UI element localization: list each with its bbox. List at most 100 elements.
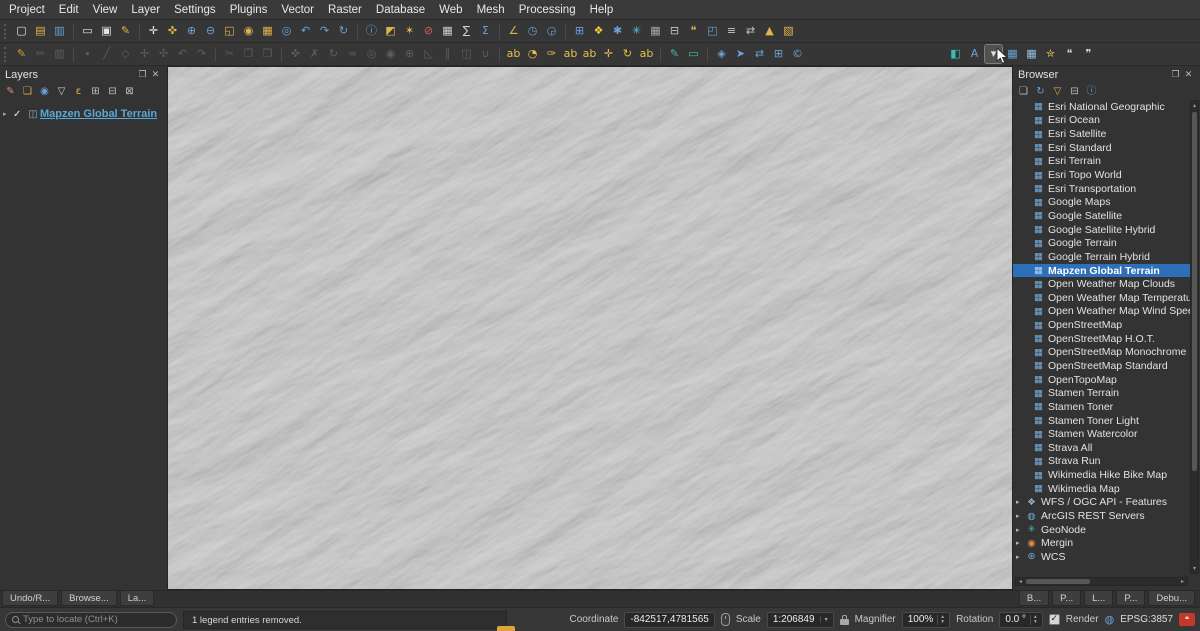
browser-item-owm-clouds[interactable]: ▦ Open Weather Map Clouds	[1013, 277, 1190, 291]
browser-item-esri-terrain[interactable]: ▦ Esri Terrain	[1013, 155, 1190, 169]
layer-diagram-button[interactable]: ◔	[524, 45, 541, 63]
browser-item-stamen-toner[interactable]: ▦ Stamen Toner	[1013, 400, 1190, 414]
digitize-polygon-button[interactable]: ◇	[117, 45, 134, 63]
browser-item-mergin[interactable]: ▸ ◉ Mergin	[1013, 537, 1190, 551]
magnifier-spinbox[interactable]: 100% ▴ ▾	[902, 612, 950, 628]
filter-browser-button[interactable]: ▽	[1050, 85, 1065, 99]
paste-features-button[interactable]: ❒	[259, 45, 276, 63]
filter-by-expression-button[interactable]: ε	[71, 85, 86, 99]
statistical-summary-button[interactable]: Σ	[477, 22, 494, 40]
checkerboard-light-button[interactable]: ▦	[1023, 45, 1040, 63]
lock-icon[interactable]	[840, 619, 849, 625]
change-label-button[interactable]: ab	[638, 45, 655, 63]
browser-item-wcs[interactable]: ▸ ⊛ WCS	[1013, 550, 1190, 564]
browser-item-google-terrain[interactable]: ▦ Google Terrain	[1013, 236, 1190, 250]
dock-tab-browser[interactable]: B...	[1019, 591, 1049, 606]
spin-down-icon[interactable]: ▾	[941, 620, 944, 625]
menu-web[interactable]: Web	[432, 2, 469, 18]
browser-item-google-satellite[interactable]: ▦ Google Satellite	[1013, 209, 1190, 223]
browser-item-strava-run[interactable]: ▦ Strava Run	[1013, 455, 1190, 469]
pin-labels-button[interactable]: ✑	[543, 45, 560, 63]
layer-name[interactable]: Mapzen Global Terrain	[40, 108, 157, 120]
python-console-button[interactable]: ❖	[590, 22, 607, 40]
open-layer-styling-button[interactable]: ✎	[3, 85, 18, 99]
menu-view[interactable]: View	[86, 2, 125, 18]
zoom-box-button[interactable]: ◰	[704, 22, 721, 40]
style-manager-button[interactable]: ✎	[117, 22, 134, 40]
close-panel-icon[interactable]: ✕	[1182, 70, 1195, 80]
toolbar-drag-handle[interactable]	[4, 47, 8, 62]
vertical-scrollbar[interactable]: ▴ ▾	[1190, 100, 1199, 574]
scroll-down-icon[interactable]: ▾	[1191, 564, 1198, 573]
digitize-point-button[interactable]: ∙	[79, 45, 96, 63]
identify-features-button[interactable]: ⓘ	[363, 22, 380, 40]
rotate-feature-button[interactable]: ↻	[325, 45, 342, 63]
browser-item-stamen-watercolor[interactable]: ▦ Stamen Watercolor	[1013, 427, 1190, 441]
north-arrow-button[interactable]: ➤	[732, 45, 749, 63]
chevron-right-icon[interactable]: ▸	[3, 110, 13, 118]
dock-tab-browser-2[interactable]: Browse...	[61, 591, 117, 606]
float-panel-icon[interactable]: ❐	[136, 70, 149, 80]
temporal-controller-button[interactable]: ◷	[524, 22, 541, 40]
dock-tab-python[interactable]: P...	[1116, 591, 1145, 606]
menu-processing[interactable]: Processing	[512, 2, 583, 18]
browser-item-wfs-ogc-api-features[interactable]: ▸ ❖ WFS / OGC API - Features	[1013, 496, 1190, 510]
save-project-button[interactable]: ▥	[51, 22, 68, 40]
dock-tab-processing[interactable]: P...	[1052, 591, 1081, 606]
remove-layer-button[interactable]: ⊠	[122, 85, 137, 99]
select-features-button[interactable]: ◩	[382, 22, 399, 40]
processing-toolbox-button[interactable]: ✳	[628, 22, 645, 40]
browser-item-stamen-terrain[interactable]: ▦ Stamen Terrain	[1013, 386, 1190, 400]
menu-help[interactable]: Help	[583, 2, 621, 18]
zoom-last-button[interactable]: ↶	[297, 22, 314, 40]
attributes-grid-button[interactable]: ▦	[647, 22, 664, 40]
rotation-spinbox[interactable]: 0.0 ° ▴ ▾	[999, 612, 1042, 628]
expand-all-button[interactable]: ⊞	[88, 85, 103, 99]
browser-item-esri-national-geographic[interactable]: ▦ Esri National Geographic	[1013, 100, 1190, 114]
grid-decoration-button[interactable]: ⊞	[770, 45, 787, 63]
zoom-next-button[interactable]: ↷	[316, 22, 333, 40]
mouse-extents-icon[interactable]	[721, 613, 730, 626]
add-part-button[interactable]: ⊕	[401, 45, 418, 63]
menu-raster[interactable]: Raster	[321, 2, 369, 18]
menu-edit[interactable]: Edit	[52, 2, 86, 18]
browser-item-arcgis-rest-servers[interactable]: ▸ ◍ ArcGIS REST Servers	[1013, 509, 1190, 523]
browser-item-google-terrain-hybrid[interactable]: ▦ Google Terrain Hybrid	[1013, 250, 1190, 264]
copy-features-button[interactable]: ❐	[240, 45, 257, 63]
zoom-full-button[interactable]: ◱	[221, 22, 238, 40]
browser-item-google-maps[interactable]: ▦ Google Maps	[1013, 195, 1190, 209]
refresh-browser-button[interactable]: ↻	[1033, 85, 1048, 99]
add-ring-button[interactable]: ◎	[363, 45, 380, 63]
browser-item-esri-satellite[interactable]: ▦ Esri Satellite	[1013, 127, 1190, 141]
browser-item-esri-transportation[interactable]: ▦ Esri Transportation	[1013, 182, 1190, 196]
layer-tree-item[interactable]: ▸ ✓ ◫ Mapzen Global Terrain	[0, 105, 167, 123]
filter-rows-button[interactable]: ≡	[723, 22, 740, 40]
copyright-button[interactable]: ©	[789, 45, 806, 63]
close-panel-icon[interactable]: ✕	[149, 70, 162, 80]
browser-item-opentopomap[interactable]: ▦ OpenTopoMap	[1013, 373, 1190, 387]
new-project-button[interactable]: ▢	[13, 22, 30, 40]
map-theme-button[interactable]: ◧	[947, 45, 964, 63]
browser-item-strava-all[interactable]: ▦ Strava All	[1013, 441, 1190, 455]
field-calculator-button[interactable]: ∑	[458, 22, 475, 40]
collapse-browser-button[interactable]: ⊟	[1067, 85, 1082, 99]
move-label-button[interactable]: ✛	[600, 45, 617, 63]
text-annotation-button[interactable]: ✎	[666, 45, 683, 63]
delete-selected-button[interactable]: ✗	[306, 45, 323, 63]
notes-button[interactable]: ▧	[780, 22, 797, 40]
crs-globe-icon[interactable]: ◍	[1105, 613, 1115, 626]
measure-line-button[interactable]: ∠	[505, 22, 522, 40]
spinner-arrows[interactable]: ▴ ▾	[1030, 615, 1037, 625]
reshape-features-button[interactable]: ◺	[420, 45, 437, 63]
add-group-button[interactable]: ❏	[20, 85, 35, 99]
manage-map-themes-button[interactable]: ◉	[37, 85, 52, 99]
browser-item-openstreetmap-hot[interactable]: ▦ OpenStreetMap H.O.T.	[1013, 332, 1190, 346]
new-bookmark-button[interactable]: ✮	[1042, 45, 1059, 63]
browser-item-openstreetmap[interactable]: ▦ OpenStreetMap	[1013, 318, 1190, 332]
save-edits-button[interactable]: ▥	[51, 45, 68, 63]
annotation-open-button[interactable]: ❝	[1061, 45, 1078, 63]
spin-down-icon[interactable]: ▾	[1034, 620, 1037, 625]
swap-view-button[interactable]: ⇄	[742, 22, 759, 40]
deselect-all-button[interactable]: ⊘	[420, 22, 437, 40]
pan-to-selection-button[interactable]: ✜	[164, 22, 181, 40]
